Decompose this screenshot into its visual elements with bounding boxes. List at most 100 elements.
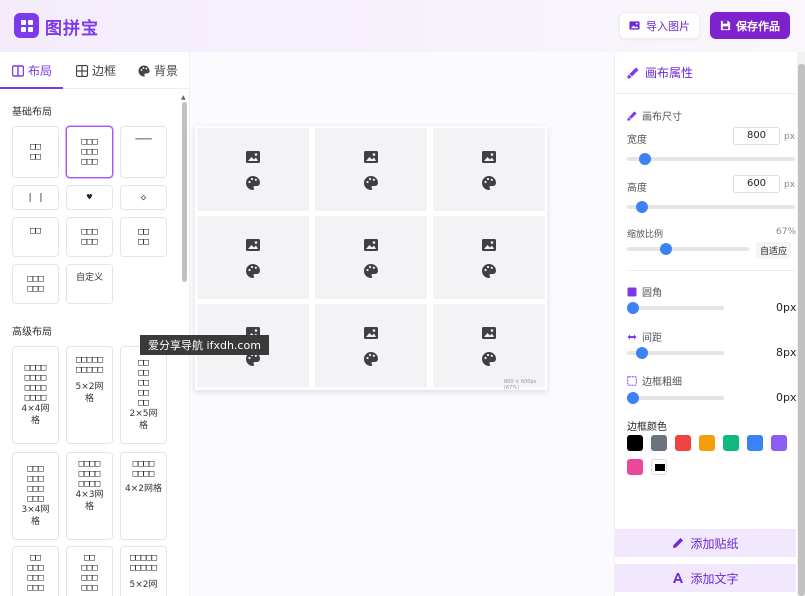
color-swatch[interactable]	[651, 459, 667, 475]
layout-icon	[12, 64, 24, 77]
left-panel: 布局 边框 背景 基础布局 □□ □□ □□□ □□□ □□□ ─── | | …	[0, 52, 190, 596]
layout-option-4x4[interactable]: □□□□ □□□□ □□□□ □□□□ 4×4网格	[12, 346, 59, 444]
arrows-horizontal-icon	[627, 334, 637, 339]
height-slider[interactable]	[627, 201, 795, 213]
canvas-cell[interactable]	[433, 128, 545, 211]
canvas-cell[interactable]	[315, 128, 427, 211]
save-icon	[720, 20, 731, 31]
canvas-size-info: 800 × 600px (67%)	[504, 379, 537, 391]
tab-background-label: 背景	[154, 64, 179, 78]
gap-slider-thumb[interactable]	[636, 347, 648, 359]
radius-slider[interactable]	[627, 302, 724, 314]
border-width-value: 0px	[776, 391, 797, 404]
image-placeholder-icon	[482, 150, 496, 163]
canvas-properties-title: 画布属性	[645, 66, 694, 80]
layout-option-adv-8[interactable]: □□ □□□ □□□ □□□	[66, 546, 113, 596]
color-swatch[interactable]	[771, 435, 787, 451]
watermark: 爱分享导航 ifxdh.com	[140, 335, 269, 355]
radius-slider-thumb[interactable]	[627, 302, 639, 314]
app-logo	[14, 13, 39, 38]
layout-adv-9-label: 5×2网	[129, 580, 158, 590]
color-swatch[interactable]	[699, 435, 715, 451]
palette-placeholder-icon	[482, 263, 496, 278]
tab-background[interactable]: 背景	[138, 52, 178, 89]
border-width-slider-thumb[interactable]	[627, 392, 639, 404]
color-swatch[interactable]	[651, 435, 667, 451]
layout-4x3-label: 4×3网格	[75, 490, 104, 512]
tab-border-label: 边框	[92, 64, 117, 78]
add-sticker-label: 添加贴纸	[690, 536, 739, 551]
palette-placeholder-icon	[246, 263, 260, 278]
canvas-cell[interactable]	[315, 216, 427, 299]
layout-option-2x3b[interactable]: □□□ □□□	[12, 264, 59, 304]
layout-1x2-preview: □□	[30, 226, 41, 236]
palette-placeholder-icon	[246, 175, 260, 190]
layout-option-2x2[interactable]: □□ □□	[12, 126, 59, 178]
app-header: 图拼宝 导入图片 保存作品	[0, 0, 805, 52]
layout-option-rows[interactable]: ───	[120, 126, 167, 178]
scroll-up-arrow-icon[interactable]: ▲	[181, 94, 186, 101]
layout-2x3-preview: □□□ □□□	[81, 227, 98, 247]
layout-columns-preview: | |	[27, 192, 44, 203]
left-panel-scrollbar[interactable]	[182, 102, 187, 282]
layout-option-3x3[interactable]: □□□ □□□ □□□	[66, 126, 113, 178]
canvas-cell[interactable]	[197, 216, 309, 299]
layout-option-1x2[interactable]: □□	[12, 217, 59, 257]
layout-option-adv-7[interactable]: □□ □□□ □□□ □□□	[12, 546, 59, 596]
canvas-workspace: 800 × 600px (67%)	[190, 52, 614, 596]
canvas-cell[interactable]	[315, 304, 427, 387]
color-swatch[interactable]	[723, 435, 739, 451]
canvas-cell[interactable]	[197, 128, 309, 211]
layout-option-heart[interactable]: ♥	[66, 185, 113, 210]
color-swatch[interactable]	[675, 435, 691, 451]
tab-border[interactable]: 边框	[76, 52, 116, 89]
app-title: 图拼宝	[45, 19, 99, 39]
color-swatch[interactable]	[747, 435, 763, 451]
right-panel-scrollbar[interactable]	[798, 64, 805, 596]
palette-placeholder-icon	[482, 351, 496, 366]
tab-layout[interactable]: 布局	[12, 52, 52, 89]
diamond-icon: ◇	[140, 192, 147, 203]
save-work-label: 保存作品	[736, 19, 780, 33]
layout-option-4x3[interactable]: □□□□ □□□□ □□□□ 4×3网格	[66, 452, 113, 540]
canvas-cell[interactable]	[433, 304, 545, 387]
layout-option-adv-9[interactable]: □□□□□ □□□□□ 5×2网	[120, 546, 167, 596]
layout-option-2x3[interactable]: □□□ □□□	[66, 217, 113, 257]
layout-option-custom[interactable]: 自定义	[66, 264, 113, 304]
layout-option-diamond[interactable]: ◇	[120, 185, 167, 210]
palette-placeholder-icon	[364, 175, 378, 190]
import-image-button[interactable]: 导入图片	[619, 12, 700, 39]
layout-option-5x2[interactable]: □□□□□ □□□□□ 5×2网格	[66, 346, 113, 444]
width-slider-thumb[interactable]	[639, 153, 651, 165]
save-work-button[interactable]: 保存作品	[710, 12, 790, 39]
layout-option-3x4[interactable]: □□□ □□□ □□□ □□□ 3×4网格	[12, 452, 59, 540]
scale-slider[interactable]	[627, 243, 749, 255]
gap-label: 间距	[642, 333, 662, 344]
layout-3x4-label: 3×4网格	[21, 505, 50, 527]
scale-slider-thumb[interactable]	[660, 243, 672, 255]
layout-option-2x5[interactable]: □□ □□ □□ □□ □□ 2×5网格	[120, 346, 167, 444]
add-sticker-button[interactable]: 添加贴纸	[615, 529, 796, 557]
color-swatch[interactable]	[627, 435, 643, 451]
add-text-button[interactable]: 添加文字	[615, 564, 796, 592]
gap-slider[interactable]	[627, 347, 724, 359]
layout-2x2b-preview: □□ □□	[138, 227, 149, 247]
border-width-slider[interactable]	[627, 392, 724, 404]
height-label: 高度	[627, 183, 647, 194]
width-input[interactable]: 800	[733, 127, 780, 145]
layout-option-columns[interactable]: | |	[12, 185, 59, 210]
layout-option-2x2b[interactable]: □□ □□	[120, 217, 167, 257]
width-slider[interactable]	[627, 153, 795, 165]
height-input[interactable]: 600	[733, 175, 780, 193]
border-color-label: 边框颜色	[627, 422, 667, 433]
brush-icon	[627, 67, 639, 78]
layout-option-4x2[interactable]: □□□□ □□□□ 4×2网格	[120, 452, 167, 540]
canvas-cell[interactable]	[433, 216, 545, 299]
fit-button[interactable]: 自适应	[756, 242, 792, 259]
height-unit: px	[784, 180, 796, 190]
height-slider-thumb[interactable]	[636, 201, 648, 213]
color-swatch[interactable]	[627, 459, 643, 475]
canvas-size-title: 画布尺寸	[642, 112, 682, 123]
image-placeholder-icon	[364, 326, 378, 339]
canvas-properties-header: 画布属性	[615, 52, 796, 94]
